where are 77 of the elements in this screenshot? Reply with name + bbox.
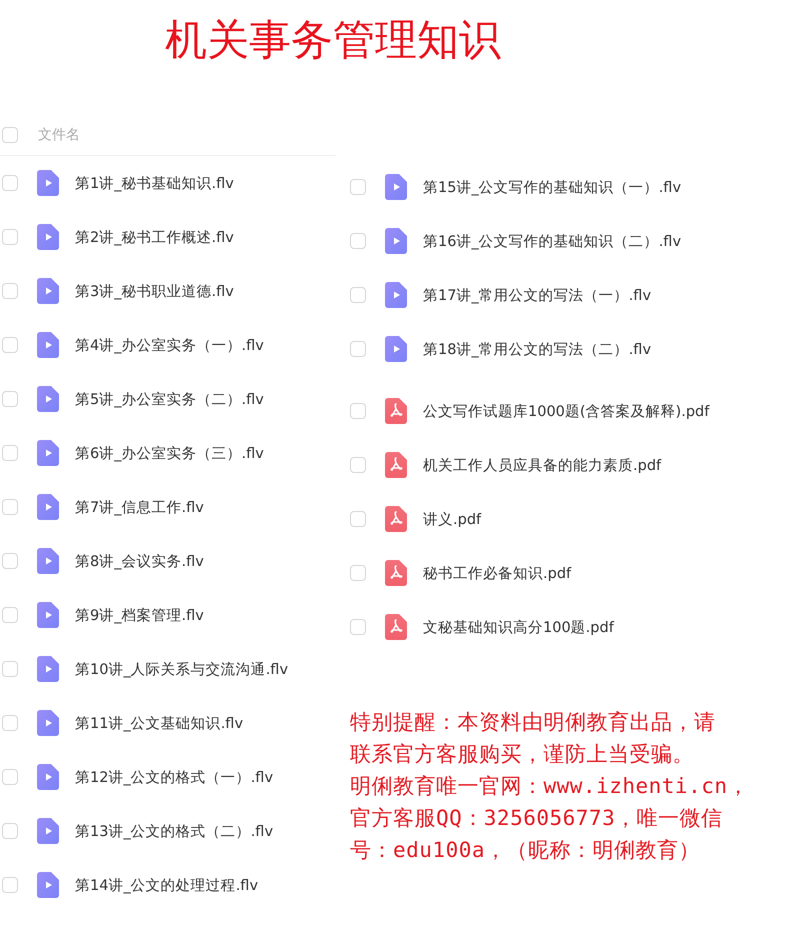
file-name[interactable]: 第10讲_人际关系与交流沟通.flv bbox=[75, 660, 288, 678]
notice-text: 明俐教育唯一官网：www.izhenti.cn， bbox=[350, 773, 750, 800]
file-name[interactable]: 第15讲_公文写作的基础知识（一）.flv bbox=[423, 178, 682, 196]
video-file-icon bbox=[37, 278, 59, 304]
video-file-icon bbox=[37, 710, 59, 736]
checkbox[interactable] bbox=[350, 511, 366, 527]
checkbox[interactable] bbox=[2, 877, 18, 893]
file-name[interactable]: 第12讲_公文的格式（一）.flv bbox=[75, 768, 274, 786]
checkbox[interactable] bbox=[2, 715, 18, 731]
file-name[interactable]: 第4讲_办公室实务（一）.flv bbox=[75, 336, 264, 354]
video-file-icon bbox=[37, 764, 59, 790]
checkbox[interactable] bbox=[350, 287, 366, 303]
file-name[interactable]: 第16讲_公文写作的基础知识（二）.flv bbox=[423, 232, 682, 250]
file-name[interactable]: 第6讲_办公室实务（三）.flv bbox=[75, 444, 264, 462]
file-name[interactable]: 第11讲_公文基础知识.flv bbox=[75, 714, 244, 732]
video-file-icon bbox=[385, 282, 407, 308]
checkbox[interactable] bbox=[2, 769, 18, 785]
column-header: 文件名 bbox=[38, 126, 80, 144]
video-file-icon bbox=[37, 818, 59, 844]
pdf-file-icon bbox=[385, 506, 407, 532]
pdf-file-icon bbox=[385, 614, 407, 640]
file-name[interactable]: 公文写作试题库1000题(含答案及解释).pdf bbox=[423, 402, 710, 420]
video-file-icon bbox=[37, 332, 59, 358]
video-file-icon bbox=[37, 494, 59, 520]
checkbox[interactable] bbox=[350, 457, 366, 473]
checkbox[interactable] bbox=[2, 283, 18, 299]
file-name[interactable]: 第17讲_常用公文的写法（一）.flv bbox=[423, 286, 652, 304]
video-file-icon bbox=[37, 170, 59, 196]
video-file-icon bbox=[37, 548, 59, 574]
checkbox[interactable] bbox=[2, 445, 18, 461]
checkbox[interactable] bbox=[350, 565, 366, 581]
file-name[interactable]: 第13讲_公文的格式（二）.flv bbox=[75, 822, 274, 840]
file-name[interactable]: 讲义.pdf bbox=[423, 510, 482, 528]
video-file-icon bbox=[385, 228, 407, 254]
file-name[interactable]: 第8讲_会议实务.flv bbox=[75, 552, 204, 570]
pdf-file-icon bbox=[385, 452, 407, 478]
checkbox[interactable] bbox=[350, 233, 366, 249]
select-all-checkbox[interactable] bbox=[2, 127, 18, 143]
notice-text: 联系官方客服购买，谨防上当受骗。 bbox=[350, 741, 695, 768]
file-name[interactable]: 第9讲_档案管理.flv bbox=[75, 606, 204, 624]
checkbox[interactable] bbox=[2, 175, 18, 191]
checkbox[interactable] bbox=[350, 341, 366, 357]
pdf-file-icon bbox=[385, 560, 407, 586]
checkbox[interactable] bbox=[2, 499, 18, 515]
checkbox[interactable] bbox=[2, 823, 18, 839]
file-name[interactable]: 第18讲_常用公文的写法（二）.flv bbox=[423, 340, 652, 358]
video-file-icon bbox=[37, 656, 59, 682]
checkbox[interactable] bbox=[2, 607, 18, 623]
video-file-icon bbox=[37, 386, 59, 412]
video-file-icon bbox=[37, 224, 59, 250]
notice-text: 官方客服QQ：3256056773，唯一微信 bbox=[350, 805, 724, 832]
checkbox[interactable] bbox=[350, 619, 366, 635]
checkbox[interactable] bbox=[350, 179, 366, 195]
checkbox[interactable] bbox=[2, 391, 18, 407]
file-name[interactable]: 第2讲_秘书工作概述.flv bbox=[75, 228, 234, 246]
checkbox[interactable] bbox=[2, 661, 18, 677]
checkbox[interactable] bbox=[2, 553, 18, 569]
file-name[interactable]: 机关工作人员应具备的能力素质.pdf bbox=[423, 456, 662, 474]
video-file-icon bbox=[385, 336, 407, 362]
video-file-icon bbox=[37, 440, 59, 466]
notice-text: 号：edu100a，（昵称：明俐教育） bbox=[350, 837, 702, 864]
video-file-icon bbox=[37, 872, 59, 898]
file-name[interactable]: 第14讲_公文的处理过程.flv bbox=[75, 876, 258, 894]
pdf-file-icon bbox=[385, 398, 407, 424]
file-name[interactable]: 文秘基础知识高分100题.pdf bbox=[423, 618, 614, 636]
checkbox[interactable] bbox=[2, 337, 18, 353]
page-title: 机关事务管理知识 bbox=[165, 14, 501, 66]
file-name[interactable]: 秘书工作必备知识.pdf bbox=[423, 564, 572, 582]
checkbox[interactable] bbox=[2, 229, 18, 245]
video-file-icon bbox=[37, 602, 59, 628]
checkbox[interactable] bbox=[350, 403, 366, 419]
file-name[interactable]: 第7讲_信息工作.flv bbox=[75, 498, 204, 516]
file-name[interactable]: 第1讲_秘书基础知识.flv bbox=[75, 174, 234, 192]
notice-text: 特别提醒：本资料由明俐教育出品，请 bbox=[350, 709, 716, 736]
file-name[interactable]: 第5讲_办公室实务（二）.flv bbox=[75, 390, 264, 408]
video-file-icon bbox=[385, 174, 407, 200]
file-name[interactable]: 第3讲_秘书职业道德.flv bbox=[75, 282, 234, 300]
